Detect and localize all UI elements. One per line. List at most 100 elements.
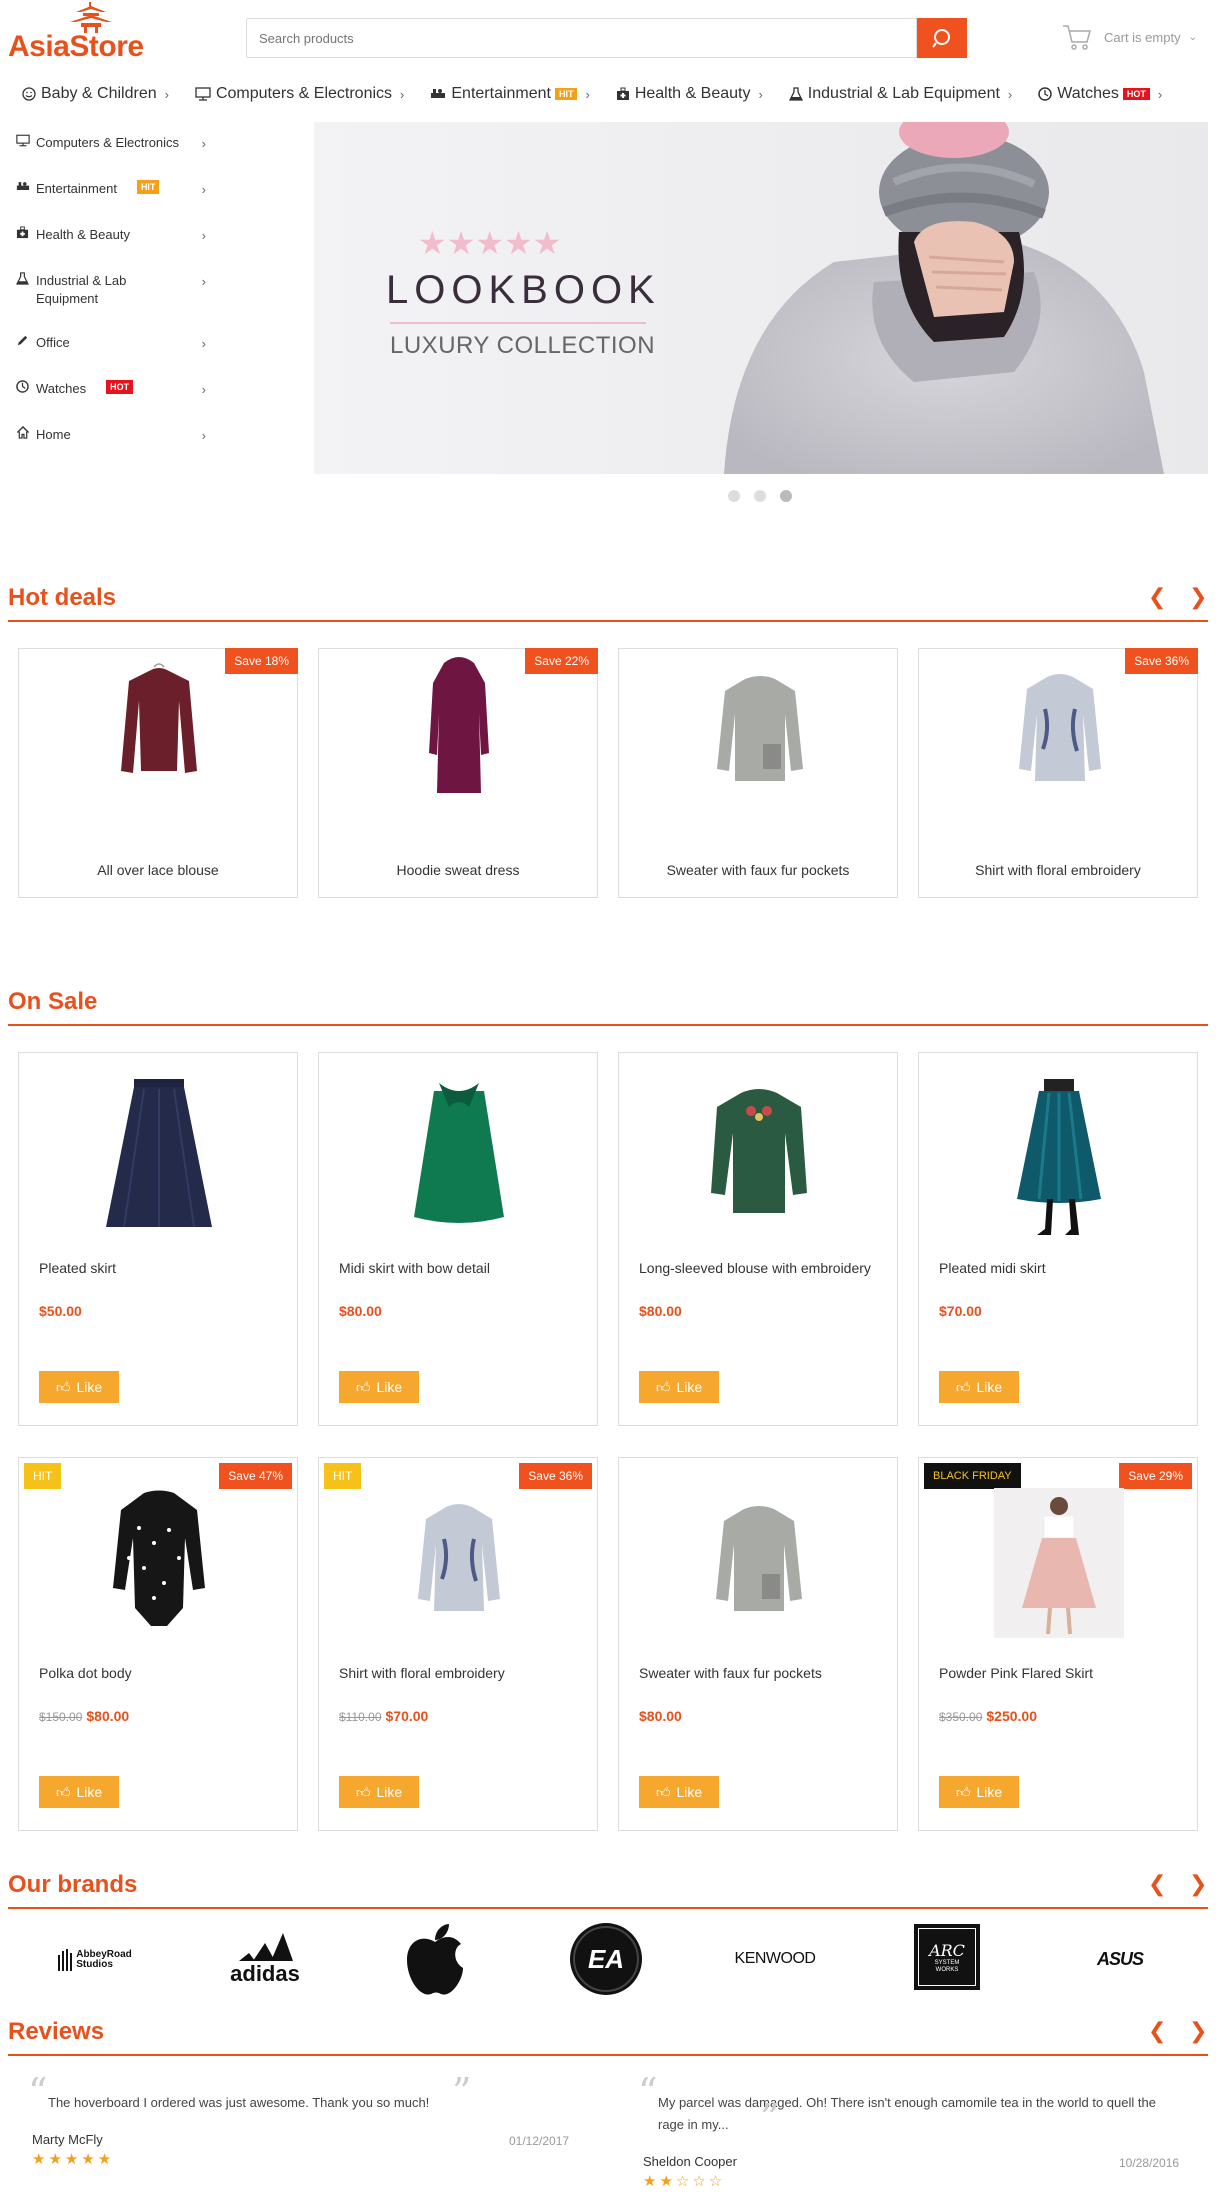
like-button[interactable]: 👍︎ Like bbox=[939, 1776, 1019, 1808]
sidebar-item-label: Industrial & Lab Equipment bbox=[36, 273, 127, 306]
next-arrow-icon[interactable]: ❯ bbox=[1189, 1871, 1207, 1897]
nav-item-watches[interactable]: Watches HOT › bbox=[1038, 85, 1162, 103]
hit-badge: HIT bbox=[554, 88, 578, 100]
sidebar-item-entertainment[interactable]: Entertainment HIT › bbox=[16, 180, 206, 198]
brand-apple[interactable] bbox=[400, 1922, 470, 1998]
carousel-dot-active[interactable] bbox=[780, 490, 792, 502]
like-button[interactable]: 👍︎ Like bbox=[39, 1371, 119, 1403]
product-name[interactable]: Hoodie sweat dress bbox=[319, 861, 597, 880]
quote-close-icon: ” bbox=[760, 2096, 780, 2140]
product-card[interactable]: BLACK FRIDAY Save 29% Powder Pink Flared… bbox=[918, 1457, 1198, 1831]
product-card[interactable]: Sweater with faux fur pockets $80.00 👍︎ L… bbox=[618, 1457, 898, 1831]
prev-arrow-icon[interactable]: ❮ bbox=[1148, 584, 1166, 610]
product-name[interactable]: Shirt with floral embroidery bbox=[339, 1664, 579, 1683]
thumbs-up-icon: 👍︎ bbox=[955, 1783, 971, 1800]
product-name[interactable]: Sweater with faux fur pockets bbox=[619, 861, 897, 880]
sidebar-item-office[interactable]: Office › bbox=[16, 334, 206, 352]
brand-adidas[interactable]: adidas bbox=[220, 1928, 310, 1988]
svg-text:EA: EA bbox=[588, 1944, 624, 1974]
product-name[interactable]: Sweater with faux fur pockets bbox=[639, 1664, 879, 1683]
like-button[interactable]: 👍︎ Like bbox=[939, 1371, 1019, 1403]
hit-badge: HIT bbox=[136, 180, 160, 194]
thumbs-up-icon: 👍︎ bbox=[355, 1783, 371, 1800]
chevron-right-icon: › bbox=[1157, 86, 1163, 102]
hot-deal-card[interactable]: Save 36% Shirt with floral embroidery bbox=[918, 648, 1198, 898]
like-button[interactable]: 👍︎ Like bbox=[639, 1371, 719, 1403]
hot-deal-card[interactable]: Sweater with faux fur pockets bbox=[618, 648, 898, 898]
nav-item-computers-electronics[interactable]: Computers & Electronics › bbox=[195, 85, 404, 103]
product-price: $150.00 $80.00 bbox=[39, 1708, 129, 1724]
brand-asus[interactable]: ASUS bbox=[1075, 1944, 1165, 1974]
sidebar-item-home[interactable]: Home › bbox=[16, 426, 206, 444]
top-category-nav: Baby & Children › Computers & Electronic… bbox=[0, 76, 1219, 112]
product-image bbox=[418, 1504, 500, 1611]
product-name[interactable]: Shirt with floral embroidery bbox=[919, 861, 1197, 880]
product-name[interactable]: Polka dot body bbox=[39, 1664, 279, 1683]
search-input[interactable] bbox=[246, 18, 917, 58]
nav-item-health-beauty[interactable]: Health & Beauty › bbox=[616, 85, 763, 103]
product-image bbox=[121, 663, 197, 773]
thumbs-up-icon: 👍︎ bbox=[955, 1378, 971, 1395]
nav-item-baby-children[interactable]: Baby & Children › bbox=[22, 85, 169, 103]
product-price: $80.00 bbox=[639, 1708, 682, 1724]
hot-deal-card[interactable]: Save 22% Hoodie sweat dress bbox=[318, 648, 598, 898]
hot-deal-card[interactable]: Save 18% All over lace blouse bbox=[18, 648, 298, 898]
next-arrow-icon[interactable]: ❯ bbox=[1189, 2018, 1207, 2044]
prev-arrow-icon[interactable]: ❮ bbox=[1148, 1871, 1166, 1897]
prev-arrow-icon[interactable]: ❮ bbox=[1148, 2018, 1166, 2044]
medkit-icon bbox=[616, 87, 630, 101]
product-card[interactable]: Pleated midi skirt $70.00 👍︎ Like bbox=[918, 1052, 1198, 1426]
cart-widget[interactable]: Cart is empty ⌄ bbox=[1062, 22, 1202, 52]
brand-kenwood[interactable]: KENWOOD bbox=[730, 1944, 820, 1974]
sidebar-item-watches[interactable]: Watches HOT › bbox=[16, 380, 206, 398]
next-arrow-icon[interactable]: ❯ bbox=[1189, 584, 1207, 610]
product-name[interactable]: Long-sleeved blouse with embroidery bbox=[639, 1259, 879, 1278]
product-card[interactable]: HIT Save 36% Shirt with floral embroider… bbox=[318, 1457, 598, 1831]
save-badge: Save 36% bbox=[519, 1463, 592, 1489]
product-card[interactable]: Midi skirt with bow detail $80.00 👍︎ Like bbox=[318, 1052, 598, 1426]
thumbs-up-icon: 👍︎ bbox=[355, 1378, 371, 1395]
chevron-right-icon: › bbox=[201, 336, 206, 351]
brand-abbey-road[interactable]: AbbeyRoad Studios bbox=[50, 1940, 140, 1980]
product-name[interactable]: Midi skirt with bow detail bbox=[339, 1259, 579, 1278]
hot-badge: HOT bbox=[106, 380, 134, 394]
product-name[interactable]: Powder Pink Flared Skirt bbox=[939, 1664, 1179, 1683]
nav-label: Baby & Children bbox=[41, 85, 157, 102]
brand-arc-system-works[interactable]: ARC SYSTEM WORKS bbox=[914, 1924, 980, 1990]
banner-stars: ★★★★★ bbox=[418, 225, 562, 261]
product-card[interactable]: Long-sleeved blouse with embroidery $80.… bbox=[618, 1052, 898, 1426]
sidebar-item-label: Computers & Electronics bbox=[36, 135, 180, 150]
product-name[interactable]: All over lace blouse bbox=[19, 861, 297, 880]
abbey-road-logo-icon bbox=[58, 1949, 73, 1971]
carousel-dot[interactable] bbox=[754, 490, 766, 502]
thumbs-up-icon: 👍︎ bbox=[55, 1783, 71, 1800]
cart-status: Cart is empty bbox=[1104, 29, 1181, 45]
sidebar-item-industrial-lab[interactable]: Industrial & Lab Equipment › bbox=[16, 272, 206, 308]
like-label: Like bbox=[376, 1379, 403, 1395]
like-button[interactable]: 👍︎ Like bbox=[39, 1776, 119, 1808]
sidebar-item-health-beauty[interactable]: Health & Beauty › bbox=[16, 226, 206, 244]
save-badge: Save 36% bbox=[1125, 648, 1198, 674]
like-button[interactable]: 👍︎ Like bbox=[339, 1371, 419, 1403]
quote-open-icon: “ bbox=[638, 2070, 658, 2114]
like-button[interactable]: 👍︎ Like bbox=[639, 1776, 719, 1808]
product-name[interactable]: Pleated midi skirt bbox=[939, 1259, 1179, 1278]
nav-item-entertainment[interactable]: Entertainment HIT › bbox=[430, 85, 590, 103]
search-button[interactable] bbox=[917, 18, 967, 58]
logo-text: AsiaStore bbox=[8, 30, 144, 64]
current-price: $50.00 bbox=[39, 1303, 82, 1319]
like-button[interactable]: 👍︎ Like bbox=[339, 1776, 419, 1808]
sidebar-item-computers[interactable]: Computers & Electronics › bbox=[16, 134, 206, 152]
carousel-dot[interactable] bbox=[728, 490, 740, 502]
product-image bbox=[414, 1083, 504, 1223]
brand-ea[interactable]: EA bbox=[567, 1920, 645, 1998]
product-card[interactable]: HIT Save 47% Polka dot body $150.00 $80.0… bbox=[18, 1457, 298, 1831]
save-badge: Save 29% bbox=[1119, 1463, 1192, 1489]
rating-stars: ★★☆☆☆ bbox=[643, 2173, 726, 2190]
product-name[interactable]: Pleated skirt bbox=[39, 1259, 279, 1278]
cart-icon bbox=[1063, 25, 1091, 50]
product-card[interactable]: Pleated skirt $50.00 👍︎ Like bbox=[18, 1052, 298, 1426]
current-price: $70.00 bbox=[385, 1708, 429, 1724]
nav-item-industrial-lab[interactable]: Industrial & Lab Equipment › bbox=[788, 85, 1012, 103]
review-text: My parcel was damaged. Oh! There isn't e… bbox=[658, 2095, 1156, 2132]
